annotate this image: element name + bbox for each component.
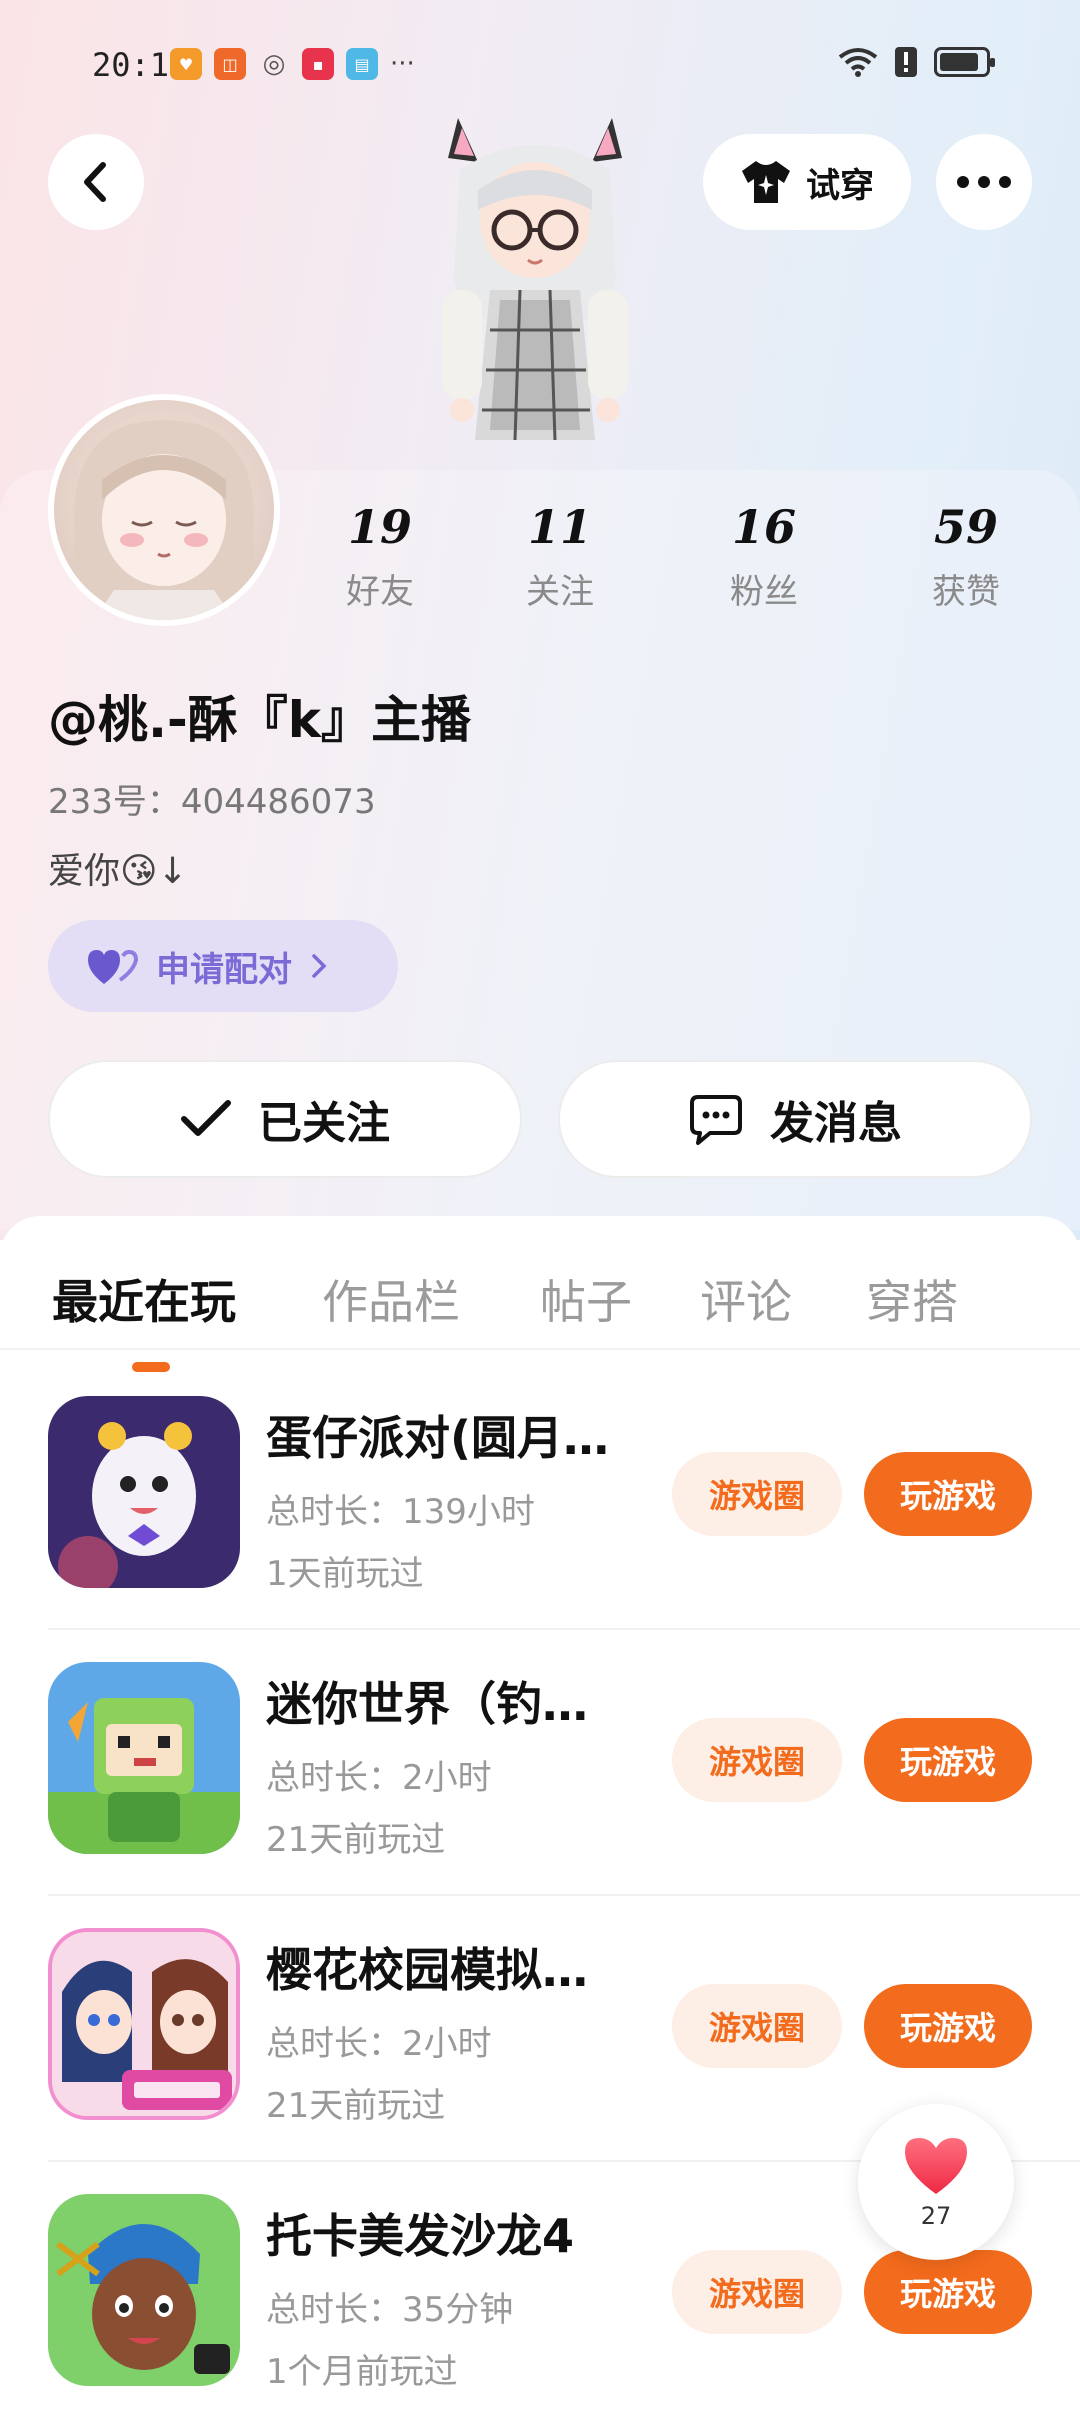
nickname: @桃.-酥『k』主播	[48, 691, 471, 749]
game-icon-mini-world[interactable]	[48, 1662, 240, 1854]
game-duration: 总时长：2小时	[266, 2024, 492, 2064]
alert-sim-icon	[895, 47, 917, 77]
back-button[interactable]	[48, 134, 144, 230]
game-row[interactable]: 迷你世界（钓… 总时长：2小时 21天前玩过 游戏圈 玩游戏	[48, 1662, 1080, 1926]
game-circle-button[interactable]: 游戏圈	[672, 1718, 842, 1802]
row-divider	[48, 1628, 1080, 1630]
status-notification-icons: ♥ ◫ ◎ ▪ ▤ ···	[170, 48, 415, 80]
avatar-3d-figure[interactable]	[420, 110, 650, 470]
play-game-button[interactable]: 玩游戏	[864, 1984, 1032, 2068]
stat-value: 16	[731, 500, 796, 554]
tshirt-icon	[742, 161, 790, 203]
game-last-played: 21天前玩过	[266, 2086, 446, 2126]
stats-row: 19 好友 11 关注 16 粉丝 59 获赞	[300, 500, 1040, 630]
stat-value: 11	[527, 500, 592, 554]
check-icon	[181, 1100, 231, 1136]
stat-label: 粉丝	[730, 572, 798, 612]
game-circle-button[interactable]: 游戏圈	[672, 1984, 842, 2068]
more-options-button[interactable]	[936, 134, 1032, 230]
message-label: 发消息	[770, 1098, 902, 1149]
heart-icon	[905, 2138, 967, 2194]
avatar-image	[74, 420, 254, 620]
bio: 爱你😘↓	[48, 851, 188, 892]
stat-label: 关注	[526, 572, 594, 612]
battery-icon	[934, 47, 995, 77]
send-message-button[interactable]: 发消息	[558, 1060, 1032, 1178]
stat-fans[interactable]: 16 粉丝	[684, 500, 844, 613]
more-dots-icon	[957, 176, 1011, 188]
chevron-right-icon	[312, 954, 327, 978]
more-notifications-icon: ···	[390, 49, 415, 79]
play-game-button[interactable]: 玩游戏	[864, 1452, 1032, 1536]
back-arrow-icon	[84, 162, 106, 202]
stat-following[interactable]: 11 关注	[480, 500, 640, 613]
app-notification-icon: ◫	[214, 48, 246, 80]
game-icon-toca-hair-salon[interactable]	[48, 2194, 240, 2386]
follow-label: 已关注	[258, 1098, 390, 1149]
game-row[interactable]: 蛋仔派对(圆月… 总时长：139小时 1天前玩过 游戏圈 玩游戏	[48, 1396, 1080, 1660]
followed-button[interactable]: 已关注	[48, 1060, 522, 1178]
eggy-party-artwork	[48, 1396, 240, 1588]
tab-posts[interactable]: 帖子	[540, 1266, 632, 1332]
stat-friends[interactable]: 19 好友	[300, 500, 460, 613]
game-name: 樱花校园模拟…	[266, 1943, 588, 1997]
tab-comments[interactable]: 评论	[700, 1266, 792, 1332]
stat-value: 19	[347, 500, 412, 554]
stat-value: 59	[933, 500, 998, 554]
app-notification-icon: ▪	[302, 48, 334, 80]
play-game-button[interactable]: 玩游戏	[864, 1718, 1032, 1802]
sakura-school-artwork	[52, 1932, 236, 2116]
apply-pair-button[interactable]: 申请配对	[48, 920, 398, 1012]
tab-divider	[0, 1348, 1080, 1350]
game-icon-sakura-school[interactable]	[48, 1928, 240, 2120]
row-divider	[48, 1894, 1080, 1896]
tab-bar: 最近在玩 作品栏 帖子 评论 穿搭	[0, 1256, 1080, 1372]
stat-label: 好友	[346, 572, 414, 612]
toca-hair-salon-artwork	[48, 2194, 240, 2386]
stat-likes[interactable]: 59 获赞	[886, 500, 1046, 613]
user-id: 233号：404486073	[48, 782, 376, 822]
app-notification-icon: ♥	[170, 48, 202, 80]
game-duration: 总时长：139小时	[266, 1492, 535, 1532]
avatar[interactable]	[48, 394, 280, 626]
tab-active-indicator	[132, 1362, 170, 1372]
try-on-label: 试穿	[806, 165, 874, 206]
mini-world-artwork	[48, 1662, 240, 1854]
play-game-button[interactable]: 玩游戏	[864, 2250, 1032, 2334]
wechat-icon: ◎	[262, 49, 286, 79]
stat-label: 获赞	[932, 572, 1000, 612]
game-last-played: 21天前玩过	[266, 1820, 446, 1860]
game-circle-button[interactable]: 游戏圈	[672, 1452, 842, 1536]
like-floating-button[interactable]: 27	[858, 2104, 1014, 2260]
game-circle-button[interactable]: 游戏圈	[672, 2250, 842, 2334]
wifi-icon	[838, 48, 878, 77]
game-name: 迷你世界（钓…	[266, 1677, 588, 1731]
game-name: 蛋仔派对(圆月…	[266, 1411, 610, 1465]
try-on-button[interactable]: 试穿	[703, 134, 911, 230]
game-name: 托卡美发沙龙4	[266, 2209, 575, 2263]
tab-works[interactable]: 作品栏	[322, 1266, 460, 1332]
tab-outfits[interactable]: 穿搭	[866, 1266, 958, 1332]
game-duration: 总时长：2小时	[266, 1758, 492, 1798]
like-count: 27	[920, 2202, 952, 2230]
pair-label: 申请配对	[156, 949, 292, 990]
game-icon-eggy-party[interactable]	[48, 1396, 240, 1588]
double-heart-icon	[88, 949, 138, 984]
game-duration: 总时长：35分钟	[266, 2290, 514, 2330]
status-indicators	[838, 46, 995, 78]
chat-icon	[690, 1095, 742, 1145]
game-last-played: 1个月前玩过	[266, 2352, 458, 2392]
book-icon: ▤	[346, 48, 378, 80]
tab-recently-played[interactable]: 最近在玩	[52, 1266, 236, 1332]
game-last-played: 1天前玩过	[266, 1554, 424, 1594]
